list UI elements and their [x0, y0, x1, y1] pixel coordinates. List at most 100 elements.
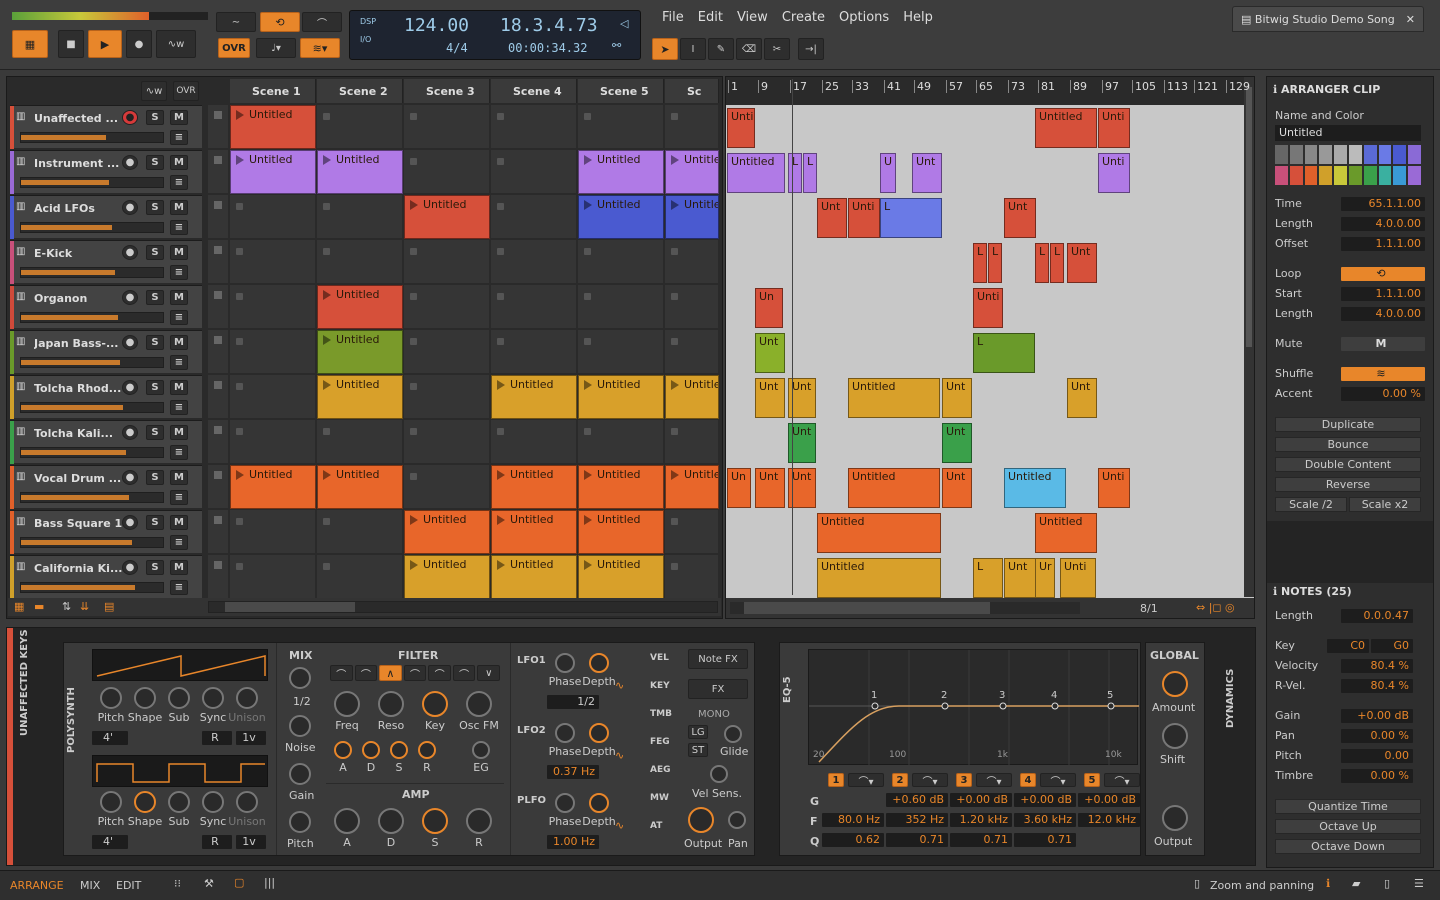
- eq-graph[interactable]: 1 2 3 4 5 20 100 1k 10k: [808, 649, 1139, 766]
- loop-toggle-left[interactable]: ∼: [216, 12, 256, 32]
- eq-gain-field[interactable]: +0.00 dB: [1014, 793, 1076, 807]
- wrench-icon[interactable]: ⚒: [204, 877, 214, 890]
- track-menu-button[interactable]: ≡: [170, 535, 188, 550]
- track-name[interactable]: Tolcha Kali...: [34, 427, 132, 440]
- osc-knob[interactable]: [168, 791, 190, 813]
- menu-view[interactable]: View: [737, 10, 768, 25]
- arranger-clip[interactable]: Ur: [1035, 558, 1055, 598]
- launcher-clip[interactable]: Untitled: [404, 195, 490, 239]
- arranger-clip[interactable]: Untitled: [817, 513, 941, 553]
- launcher-clip[interactable]: Untitled: [491, 375, 577, 419]
- arranger-clip[interactable]: Unt: [942, 423, 972, 463]
- list-icon[interactable]: ▬: [34, 600, 44, 613]
- stop-slot[interactable]: [208, 420, 228, 464]
- mute-button[interactable]: M: [170, 335, 188, 350]
- launcher-clip[interactable]: Untitled: [404, 555, 490, 599]
- device-panel-icon[interactable]: ▢: [234, 876, 244, 889]
- tempo-display[interactable]: 124.00: [404, 15, 469, 36]
- solo-button[interactable]: S: [146, 245, 164, 260]
- menu-options[interactable]: Options: [839, 10, 889, 25]
- record-button[interactable]: ●: [126, 30, 152, 58]
- metronome-button[interactable]: ♩▾: [256, 38, 296, 58]
- color-palette[interactable]: [1275, 145, 1421, 185]
- stop-slot[interactable]: [208, 330, 228, 374]
- filter-knob[interactable]: [334, 691, 360, 717]
- scale-half-button[interactable]: Scale /2: [1275, 497, 1347, 512]
- return-icon[interactable]: ⇊: [80, 600, 89, 613]
- rvel-field[interactable]: 80.4 %: [1341, 679, 1413, 693]
- time-field[interactable]: 65.1.1.00: [1341, 197, 1425, 211]
- amp-knob[interactable]: [334, 808, 360, 834]
- automation-icon[interactable]: ⁝⁝: [174, 877, 181, 890]
- duplicate-button[interactable]: Duplicate: [1275, 417, 1421, 432]
- eq-gain-field[interactable]: +0.00 dB: [950, 793, 1012, 807]
- shuffle-toggle[interactable]: ≋: [1341, 367, 1425, 381]
- stop-slot[interactable]: [208, 510, 228, 554]
- stop-slot[interactable]: [208, 240, 228, 284]
- empty-slot[interactable]: [317, 240, 403, 284]
- eq-point-4[interactable]: 4: [1051, 690, 1057, 701]
- track-header[interactable]: ▥ California Ki... ● S M ≡: [10, 555, 202, 599]
- solo-button[interactable]: S: [146, 290, 164, 305]
- solo-button[interactable]: S: [146, 110, 164, 125]
- volume-fader[interactable]: [20, 222, 164, 233]
- eq-point-3[interactable]: 3: [999, 690, 1005, 701]
- osc-v-field[interactable]: 1v: [236, 731, 266, 745]
- track-menu-button[interactable]: ≡: [170, 490, 188, 505]
- arranger-clip[interactable]: U: [880, 153, 896, 193]
- filter-env-knob[interactable]: [362, 741, 380, 759]
- launcher-clip[interactable]: Untitled: [317, 330, 403, 374]
- launcher-clip[interactable]: Untitled: [317, 375, 403, 419]
- arranger-hscroll[interactable]: [730, 602, 1080, 614]
- lfo-phase-knob[interactable]: [555, 723, 575, 743]
- stop-all-icon[interactable]: ⇅: [62, 600, 71, 613]
- empty-slot[interactable]: [578, 105, 664, 149]
- double-content-button[interactable]: Double Content: [1275, 457, 1421, 472]
- volume-fader[interactable]: [20, 312, 164, 323]
- gain-knob[interactable]: [289, 763, 311, 785]
- osc-v-field[interactable]: 1v: [236, 835, 266, 849]
- mute-button[interactable]: M: [170, 110, 188, 125]
- arranger-clip[interactable]: Unti: [973, 288, 1003, 328]
- solo-button[interactable]: S: [146, 155, 164, 170]
- grid-view-button[interactable]: ▦: [12, 30, 48, 58]
- scene-1-header[interactable]: Scene 1: [230, 79, 316, 103]
- loop-length-field[interactable]: 4.0.0.00: [1341, 307, 1425, 321]
- track-header[interactable]: ▥ Tolcha Kali... ● S M ≡: [10, 420, 202, 464]
- filter-env-knob[interactable]: [472, 741, 490, 759]
- arranger-clip[interactable]: Unt: [912, 153, 942, 193]
- empty-slot[interactable]: [404, 465, 490, 509]
- settings-icon[interactable]: ☰: [1414, 877, 1424, 890]
- arranger-clip[interactable]: Unt: [1004, 558, 1036, 598]
- stop-slot[interactable]: [208, 555, 228, 599]
- eq-freq-field[interactable]: 80.0 Hz: [822, 813, 884, 827]
- mute-button[interactable]: M: [170, 515, 188, 530]
- mute-button[interactable]: M: [170, 290, 188, 305]
- scene-2-header[interactable]: Scene 2: [317, 79, 403, 103]
- arm-button[interactable]: ●: [122, 425, 138, 440]
- arranger-clip[interactable]: L: [1035, 243, 1049, 283]
- mute-button[interactable]: M: [170, 200, 188, 215]
- modulator-at[interactable]: AT: [650, 821, 662, 831]
- empty-slot[interactable]: [665, 285, 719, 329]
- clip-name-field[interactable]: Untitled: [1275, 125, 1421, 141]
- mute-button[interactable]: M: [170, 155, 188, 170]
- mute-toggle[interactable]: M: [1341, 337, 1425, 351]
- empty-slot[interactable]: [230, 510, 316, 554]
- track-menu-button[interactable]: ≡: [170, 580, 188, 595]
- arranger-clip[interactable]: Unti: [1098, 153, 1130, 193]
- modulator-mw[interactable]: MW: [650, 793, 669, 803]
- arm-button[interactable]: ●: [122, 470, 138, 485]
- modulator-aeg[interactable]: AEG: [650, 765, 671, 775]
- track-name[interactable]: Tolcha Rhod...: [34, 382, 132, 395]
- solo-button[interactable]: S: [146, 380, 164, 395]
- time-select-tool-icon[interactable]: I: [680, 38, 706, 60]
- arm-button[interactable]: ●: [122, 110, 138, 125]
- osc-knob[interactable]: [202, 687, 224, 709]
- stop-slot[interactable]: [208, 375, 228, 419]
- arranger-clip[interactable]: Unt: [942, 378, 972, 418]
- pencil-tool-icon[interactable]: ✎: [708, 38, 734, 60]
- arranger-clip[interactable]: Unt: [755, 333, 785, 373]
- empty-slot[interactable]: [665, 240, 719, 284]
- empty-slot[interactable]: [404, 285, 490, 329]
